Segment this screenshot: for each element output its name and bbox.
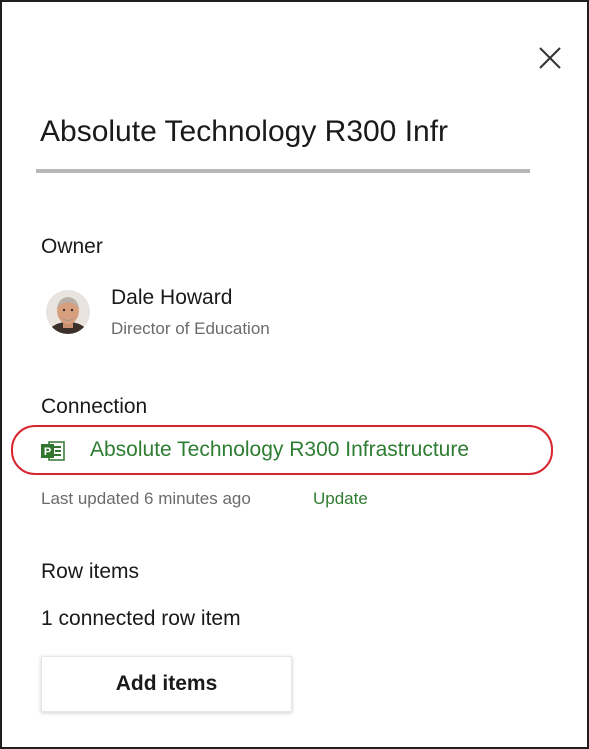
connection-details-panel: Absolute Technology R300 Infr Owner Dale… (0, 0, 589, 749)
row-items-heading: Row items (41, 560, 140, 583)
title-underline (36, 169, 530, 173)
close-icon (536, 44, 564, 72)
owner-heading: Owner (41, 235, 103, 258)
connection-link[interactable]: Absolute Technology R300 Infrastructure (90, 436, 469, 464)
last-updated-text: Last updated 6 minutes ago (41, 489, 251, 508)
update-link[interactable]: Update (313, 487, 368, 511)
title-field[interactable]: Absolute Technology R300 Infr (36, 102, 530, 174)
svg-text:P: P (44, 446, 51, 458)
connection-heading: Connection (41, 395, 148, 418)
avatar[interactable] (46, 290, 90, 334)
page-title: Absolute Technology R300 Infr (40, 115, 449, 148)
owner-job-title: Director of Education (111, 319, 270, 338)
add-items-button[interactable]: Add items (41, 656, 292, 712)
row-items-count: 1 connected row item (41, 607, 241, 630)
project-icon: P (40, 440, 66, 462)
close-button[interactable] (536, 44, 564, 72)
owner-name: Dale Howard (111, 286, 233, 309)
